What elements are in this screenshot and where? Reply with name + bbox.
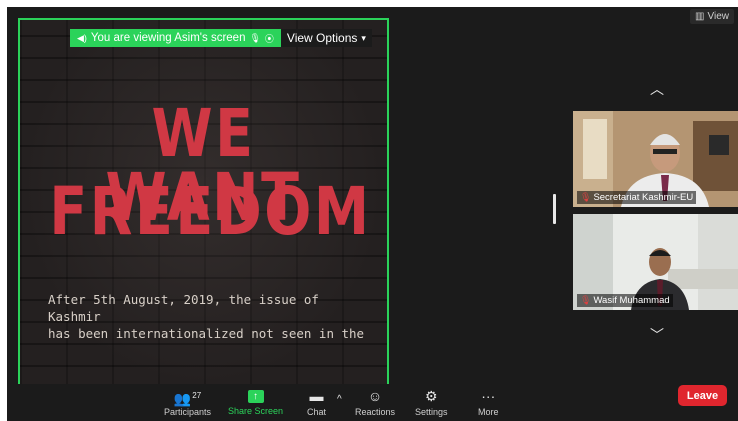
chat-options-caret[interactable]: ^ <box>337 392 342 408</box>
participant-name: Wasif Muhammad <box>593 295 670 306</box>
more-dots-icon: ··· <box>481 388 496 404</box>
chat-label: Chat <box>307 407 327 417</box>
gear-icon: ⚙ <box>424 388 438 404</box>
chevron-down-icon[interactable]: ﹀ <box>650 325 664 345</box>
video-tile-participant[interactable]: 🎙 Secretariat Kashmir-EU <box>573 111 738 207</box>
record-icon: ⦿ <box>264 33 274 44</box>
leave-button[interactable]: Leave <box>678 385 727 406</box>
mic-icon: 🎙 <box>249 32 261 43</box>
chevron-up-icon[interactable]: ︿ <box>650 79 664 99</box>
view-options-button[interactable]: View Options ▾ <box>280 29 372 47</box>
share-screen-icon: ↑ <box>247 390 264 403</box>
muted-mic-icon: 🎙 <box>580 192 592 202</box>
participant-name-label: 🎙 Wasif Muhammad <box>577 294 673 307</box>
more-button[interactable]: ··· More <box>478 388 499 417</box>
viewing-indicator: ◀) You are viewing Asim's screen 🎙 ⦿ <box>70 29 281 47</box>
shared-caption: After 5th August, 2019, the issue of Kas… <box>48 291 368 342</box>
participant-name-label: 🎙 Secretariat Kashmir-EU <box>577 191 697 204</box>
caption-line-1: After 5th August, 2019, the issue of Kas… <box>48 292 319 324</box>
view-button[interactable]: ▥ View <box>690 9 734 24</box>
share-screen-button[interactable]: ↑ Share Screen <box>228 388 283 416</box>
reactions-button[interactable]: ☺ Reactions <box>355 388 395 417</box>
viewing-text: You are viewing Asim's screen <box>90 32 246 44</box>
settings-label: Settings <box>415 407 448 417</box>
chat-icon: ▬ <box>309 388 324 404</box>
caption-line-2: has been internationalized not seen in t… <box>48 326 365 341</box>
reactions-icon: ☺ <box>367 388 383 404</box>
video-tile-participant[interactable]: 🎙 Wasif Muhammad <box>573 214 738 310</box>
participants-label: Participants <box>164 407 212 417</box>
share-screen-label: Share Screen <box>228 406 284 416</box>
participants-count: 27 <box>192 391 202 400</box>
more-label: More <box>478 407 499 417</box>
chat-button[interactable]: ▬ Chat <box>307 388 326 417</box>
meeting-window: WE WANT FREEDOM After 5th August, 2019, … <box>7 7 738 421</box>
reactions-label: Reactions <box>355 407 396 417</box>
meeting-toolbar: 👥27 Participants ↑ Share Screen ▬ Chat ^… <box>7 384 738 421</box>
muted-mic-icon: 🎙 <box>580 295 592 305</box>
chevron-down-icon: ▾ <box>361 32 366 43</box>
speaker-icon: ◀) <box>77 32 87 43</box>
viewing-bar: ◀) You are viewing Asim's screen 🎙 ⦿ Vie… <box>70 29 372 47</box>
shared-screen: WE WANT FREEDOM After 5th August, 2019, … <box>18 18 389 391</box>
view-label: View <box>707 11 730 22</box>
participants-button[interactable]: 👥27 Participants <box>164 388 211 417</box>
view-options-label: View Options <box>286 31 358 45</box>
grid-view-icon: ▥ <box>695 11 705 22</box>
headline-line-2: FREEDOM <box>49 173 372 250</box>
caret-up-icon: ^ <box>337 394 342 405</box>
settings-button[interactable]: ⚙ Settings <box>415 388 448 417</box>
panel-resize-handle[interactable] <box>553 194 556 224</box>
participants-icon: 👥27 <box>173 390 202 407</box>
participant-name: Secretariat Kashmir-EU <box>593 192 694 203</box>
